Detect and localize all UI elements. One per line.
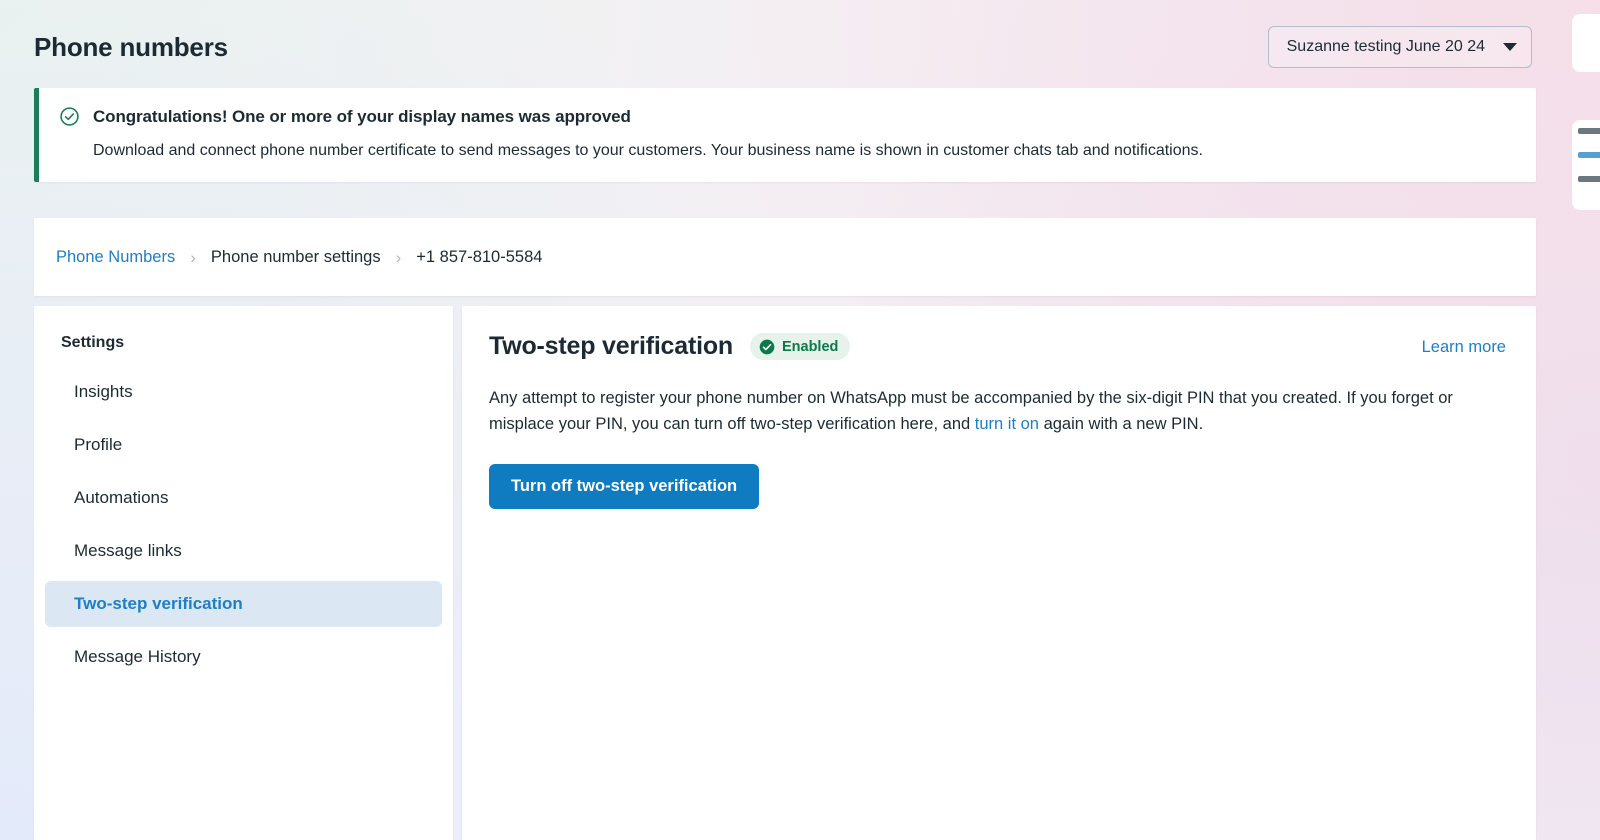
success-banner: Congratulations! One or more of your dis… [34, 88, 1536, 182]
offscreen-text-line [1578, 128, 1600, 134]
page-header: Phone numbers Suzanne testing June 20 24 [0, 0, 1566, 94]
banner-title: Congratulations! One or more of your dis… [93, 107, 631, 127]
sidebar-item-label: Profile [74, 435, 122, 455]
account-selector[interactable]: Suzanne testing June 20 24 [1268, 26, 1532, 68]
panel-title-row: Two-step verification Enabled [489, 332, 850, 361]
two-step-verification-panel: Two-step verification Enabled Learn more… [462, 306, 1536, 840]
check-circle-filled-icon [759, 339, 775, 355]
breadcrumb-item-phone-number-settings[interactable]: Phone number settings [211, 248, 381, 267]
sidebar-item-insights[interactable]: Insights [45, 369, 442, 415]
breadcrumb-separator: › [396, 249, 402, 266]
description-part-1: Any attempt to register your phone numbe… [489, 389, 1453, 433]
sidebar-nav-list: Insights Profile Automations Message lin… [34, 369, 453, 680]
banner-body: Download and connect phone number certif… [93, 140, 1516, 162]
sidebar-heading: Settings [34, 328, 453, 352]
settings-sidebar: Settings Insights Profile Automations Me… [34, 306, 453, 840]
offscreen-panel-edge [1566, 0, 1600, 840]
turn-it-on-link[interactable]: turn it on [975, 415, 1039, 433]
breadcrumb-item-current-number: +1 857-810-5584 [416, 248, 542, 267]
panel-description: Any attempt to register your phone numbe… [489, 386, 1491, 437]
breadcrumb-separator: › [190, 249, 196, 266]
breadcrumb-item-phone-numbers[interactable]: Phone Numbers [56, 248, 175, 267]
sidebar-item-label: Message History [74, 647, 201, 667]
sidebar-item-label: Insights [74, 382, 133, 402]
learn-more-link[interactable]: Learn more [1422, 338, 1506, 357]
banner-header: Congratulations! One or more of your dis… [59, 106, 1516, 127]
app-screen: Phone numbers Suzanne testing June 20 24… [0, 0, 1600, 840]
sidebar-item-message-links[interactable]: Message links [45, 528, 442, 574]
sidebar-item-label: Two-step verification [74, 594, 243, 614]
panel-header: Two-step verification Enabled Learn more [489, 332, 1506, 361]
breadcrumb: Phone Numbers › Phone number settings › … [56, 248, 542, 267]
account-selector-value: Suzanne testing June 20 24 [1287, 38, 1485, 56]
chevron-down-icon [1503, 43, 1517, 51]
description-part-2: again with a new PIN. [1039, 415, 1203, 433]
sidebar-item-two-step-verification[interactable]: Two-step verification [45, 581, 442, 627]
status-badge: Enabled [750, 333, 850, 360]
breadcrumb-card: Phone Numbers › Phone number settings › … [34, 218, 1536, 296]
sidebar-item-profile[interactable]: Profile [45, 422, 442, 468]
status-badge-label: Enabled [782, 339, 838, 355]
offscreen-card [1572, 14, 1600, 72]
section-title: Two-step verification [489, 332, 733, 361]
turn-off-two-step-verification-button[interactable]: Turn off two-step verification [489, 464, 759, 509]
check-circle-icon [59, 106, 80, 127]
page-title: Phone numbers [34, 32, 228, 63]
offscreen-text-line [1578, 176, 1600, 182]
offscreen-text-line [1578, 152, 1600, 158]
sidebar-item-label: Message links [74, 541, 182, 561]
sidebar-item-automations[interactable]: Automations [45, 475, 442, 521]
sidebar-item-message-history[interactable]: Message History [45, 634, 442, 680]
sidebar-item-label: Automations [74, 488, 169, 508]
